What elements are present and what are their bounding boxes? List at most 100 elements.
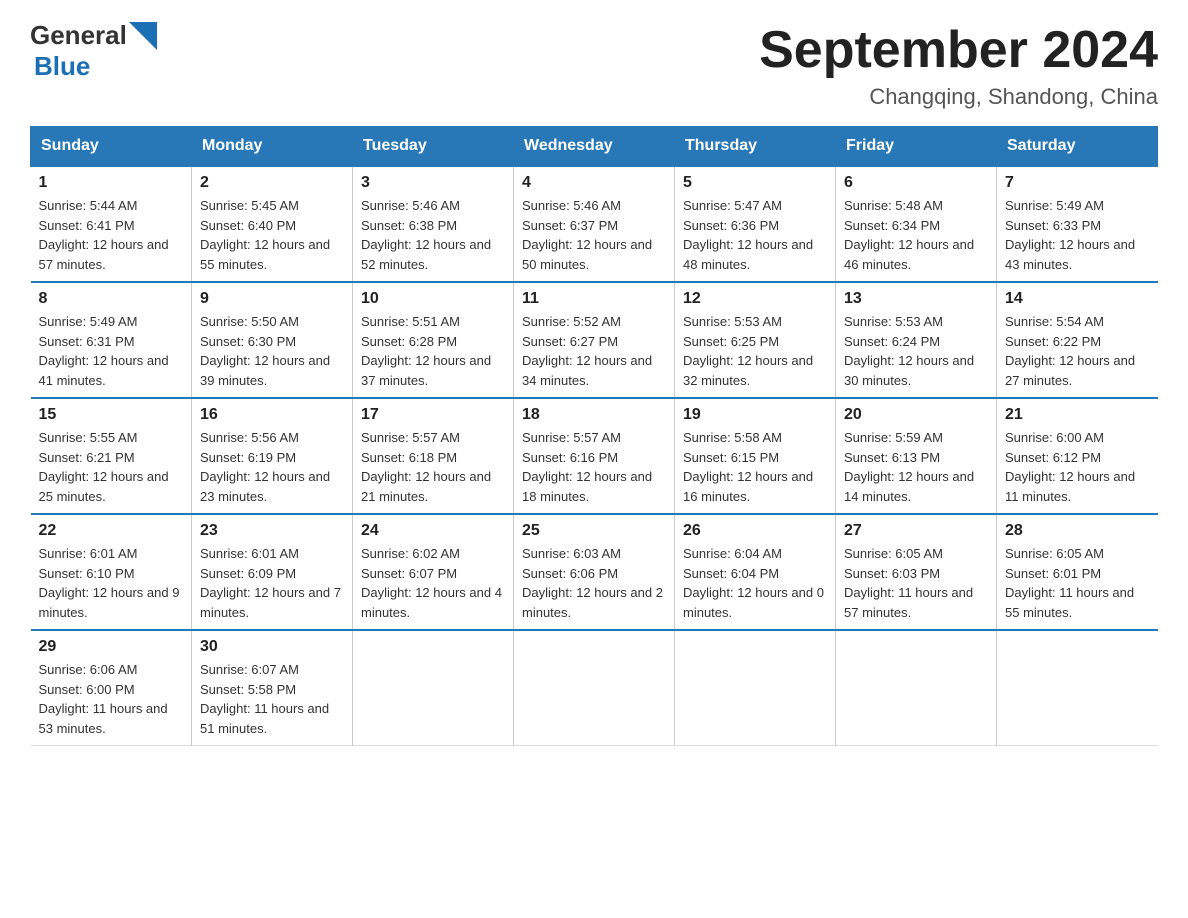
day-info: Sunrise: 5:58 AMSunset: 6:15 PMDaylight:…: [683, 428, 827, 506]
day-number: 30: [200, 638, 344, 656]
calendar-week-row: 1 Sunrise: 5:44 AMSunset: 6:41 PMDaylight…: [31, 166, 1158, 282]
calendar-cell: 12Sunrise: 5:53 AMSunset: 6:25 PMDayligh…: [675, 282, 836, 398]
calendar-cell: 10 Sunrise: 5:51 AMSunset: 6:28 PMDayligh…: [353, 282, 514, 398]
day-number: 29: [39, 638, 184, 656]
column-header-thursday: Thursday: [675, 127, 836, 167]
day-number: 17: [361, 406, 505, 424]
calendar-cell: 20 Sunrise: 5:59 AMSunset: 6:13 PMDayligh…: [836, 398, 997, 514]
day-info: Sunrise: 6:00 AMSunset: 6:12 PMDaylight:…: [1005, 428, 1150, 506]
day-info: Sunrise: 5:51 AMSunset: 6:28 PMDaylight:…: [361, 312, 505, 390]
calendar-header: SundayMondayTuesdayWednesdayThursdayFrid…: [31, 127, 1158, 167]
calendar-cell: 5 Sunrise: 5:47 AMSunset: 6:36 PMDaylight…: [675, 166, 836, 282]
calendar-cell: 29 Sunrise: 6:06 AMSunset: 6:00 PMDayligh…: [31, 630, 192, 746]
calendar-cell: [514, 630, 675, 746]
title-area: September 2024 Changqing, Shandong, Chin…: [759, 20, 1158, 110]
calendar-cell: 27 Sunrise: 6:05 AMSunset: 6:03 PMDayligh…: [836, 514, 997, 630]
day-number: 4: [522, 174, 666, 192]
day-number: 1: [39, 174, 184, 192]
day-info: Sunrise: 6:05 AMSunset: 6:03 PMDaylight:…: [844, 544, 988, 622]
day-number: 2: [200, 174, 344, 192]
day-info: Sunrise: 6:06 AMSunset: 6:00 PMDaylight:…: [39, 660, 184, 738]
day-number: 20: [844, 406, 988, 424]
calendar-cell: 13Sunrise: 5:53 AMSunset: 6:24 PMDayligh…: [836, 282, 997, 398]
calendar-cell: 25 Sunrise: 6:03 AMSunset: 6:06 PMDayligh…: [514, 514, 675, 630]
day-info: Sunrise: 5:44 AMSunset: 6:41 PMDaylight:…: [39, 196, 184, 274]
column-header-wednesday: Wednesday: [514, 127, 675, 167]
location-title: Changqing, Shandong, China: [759, 84, 1158, 110]
column-header-sunday: Sunday: [31, 127, 192, 167]
calendar-body: 1 Sunrise: 5:44 AMSunset: 6:41 PMDaylight…: [31, 166, 1158, 746]
day-number: 15: [39, 406, 184, 424]
calendar-week-row: 22 Sunrise: 6:01 AMSunset: 6:10 PMDayligh…: [31, 514, 1158, 630]
column-header-saturday: Saturday: [997, 127, 1158, 167]
day-number: 5: [683, 174, 827, 192]
calendar-cell: 11 Sunrise: 5:52 AMSunset: 6:27 PMDayligh…: [514, 282, 675, 398]
day-number: 18: [522, 406, 666, 424]
day-number: 6: [844, 174, 988, 192]
day-info: Sunrise: 5:46 AMSunset: 6:38 PMDaylight:…: [361, 196, 505, 274]
day-info: Sunrise: 6:07 AMSunset: 5:58 PMDaylight:…: [200, 660, 344, 738]
day-number: 22: [39, 522, 184, 540]
day-number: 3: [361, 174, 505, 192]
day-info: Sunrise: 5:59 AMSunset: 6:13 PMDaylight:…: [844, 428, 988, 506]
calendar-table: SundayMondayTuesdayWednesdayThursdayFrid…: [30, 126, 1158, 746]
calendar-cell: 3 Sunrise: 5:46 AMSunset: 6:38 PMDaylight…: [353, 166, 514, 282]
logo-general-text: General: [30, 20, 127, 51]
calendar-cell: 8 Sunrise: 5:49 AMSunset: 6:31 PMDaylight…: [31, 282, 192, 398]
calendar-cell: 18 Sunrise: 5:57 AMSunset: 6:16 PMDayligh…: [514, 398, 675, 514]
day-number: 25: [522, 522, 666, 540]
calendar-week-row: 29 Sunrise: 6:06 AMSunset: 6:00 PMDayligh…: [31, 630, 1158, 746]
calendar-week-row: 15Sunrise: 5:55 AMSunset: 6:21 PMDayligh…: [31, 398, 1158, 514]
day-number: 28: [1005, 522, 1150, 540]
calendar-cell: 14Sunrise: 5:54 AMSunset: 6:22 PMDayligh…: [997, 282, 1158, 398]
day-info: Sunrise: 5:49 AMSunset: 6:31 PMDaylight:…: [39, 312, 184, 390]
day-info: Sunrise: 5:47 AMSunset: 6:36 PMDaylight:…: [683, 196, 827, 274]
calendar-cell: 30 Sunrise: 6:07 AMSunset: 5:58 PMDayligh…: [192, 630, 353, 746]
day-number: 16: [200, 406, 344, 424]
day-number: 9: [200, 290, 344, 308]
day-info: Sunrise: 5:53 AMSunset: 6:25 PMDaylight:…: [683, 312, 827, 390]
day-number: 26: [683, 522, 827, 540]
day-number: 27: [844, 522, 988, 540]
day-info: Sunrise: 6:04 AMSunset: 6:04 PMDaylight:…: [683, 544, 827, 622]
day-info: Sunrise: 5:50 AMSunset: 6:30 PMDaylight:…: [200, 312, 344, 390]
calendar-cell: 23Sunrise: 6:01 AMSunset: 6:09 PMDayligh…: [192, 514, 353, 630]
day-info: Sunrise: 6:05 AMSunset: 6:01 PMDaylight:…: [1005, 544, 1150, 622]
calendar-cell: 15Sunrise: 5:55 AMSunset: 6:21 PMDayligh…: [31, 398, 192, 514]
calendar-cell: [353, 630, 514, 746]
calendar-week-row: 8 Sunrise: 5:49 AMSunset: 6:31 PMDaylight…: [31, 282, 1158, 398]
calendar-cell: 21 Sunrise: 6:00 AMSunset: 6:12 PMDayligh…: [997, 398, 1158, 514]
column-header-tuesday: Tuesday: [353, 127, 514, 167]
day-number: 19: [683, 406, 827, 424]
day-info: Sunrise: 6:03 AMSunset: 6:06 PMDaylight:…: [522, 544, 666, 622]
column-header-friday: Friday: [836, 127, 997, 167]
day-number: 8: [39, 290, 184, 308]
day-number: 21: [1005, 406, 1150, 424]
day-info: Sunrise: 5:57 AMSunset: 6:18 PMDaylight:…: [361, 428, 505, 506]
day-info: Sunrise: 5:45 AMSunset: 6:40 PMDaylight:…: [200, 196, 344, 274]
day-number: 7: [1005, 174, 1150, 192]
day-info: Sunrise: 5:56 AMSunset: 6:19 PMDaylight:…: [200, 428, 344, 506]
calendar-cell: [675, 630, 836, 746]
day-info: Sunrise: 5:54 AMSunset: 6:22 PMDaylight:…: [1005, 312, 1150, 390]
calendar-cell: 22 Sunrise: 6:01 AMSunset: 6:10 PMDayligh…: [31, 514, 192, 630]
day-info: Sunrise: 5:48 AMSunset: 6:34 PMDaylight:…: [844, 196, 988, 274]
logo-blue-text: Blue: [34, 51, 90, 82]
calendar-cell: 1 Sunrise: 5:44 AMSunset: 6:41 PMDaylight…: [31, 166, 192, 282]
day-number: 11: [522, 290, 666, 308]
calendar-cell: 16 Sunrise: 5:56 AMSunset: 6:19 PMDayligh…: [192, 398, 353, 514]
day-number: 24: [361, 522, 505, 540]
day-info: Sunrise: 5:53 AMSunset: 6:24 PMDaylight:…: [844, 312, 988, 390]
day-info: Sunrise: 5:52 AMSunset: 6:27 PMDaylight:…: [522, 312, 666, 390]
column-header-monday: Monday: [192, 127, 353, 167]
calendar-cell: 26 Sunrise: 6:04 AMSunset: 6:04 PMDayligh…: [675, 514, 836, 630]
month-title: September 2024: [759, 20, 1158, 80]
day-number: 10: [361, 290, 505, 308]
logo: General Blue: [30, 20, 157, 82]
day-info: Sunrise: 5:57 AMSunset: 6:16 PMDaylight:…: [522, 428, 666, 506]
day-number: 23: [200, 522, 344, 540]
calendar-cell: 24Sunrise: 6:02 AMSunset: 6:07 PMDayligh…: [353, 514, 514, 630]
calendar-cell: 9 Sunrise: 5:50 AMSunset: 6:30 PMDaylight…: [192, 282, 353, 398]
day-info: Sunrise: 6:01 AMSunset: 6:10 PMDaylight:…: [39, 544, 184, 622]
calendar-cell: 17 Sunrise: 5:57 AMSunset: 6:18 PMDayligh…: [353, 398, 514, 514]
